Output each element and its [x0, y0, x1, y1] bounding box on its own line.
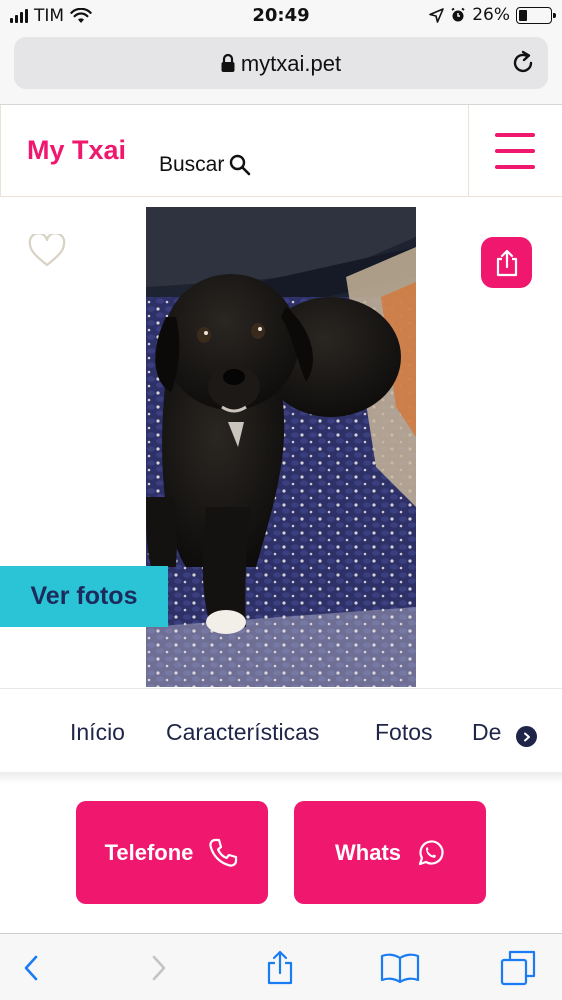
telefone-button[interactable]: Telefone	[76, 801, 268, 904]
pet-photo[interactable]	[146, 207, 416, 687]
search-label: Buscar	[159, 153, 225, 176]
back-icon[interactable]	[14, 950, 50, 986]
tab-more-partial[interactable]: De	[472, 719, 501, 746]
site-header: My Txai Buscar	[0, 105, 562, 197]
tab-inicio[interactable]: Início	[70, 719, 125, 746]
share-icon	[496, 249, 517, 276]
forward-icon[interactable]	[140, 950, 176, 986]
browser-address-area: mytxai.pet	[0, 32, 562, 105]
chevron-right-icon[interactable]	[516, 726, 537, 747]
reload-icon[interactable]	[510, 50, 536, 76]
whatsapp-icon	[418, 839, 444, 865]
url-text: mytxai.pet	[240, 51, 342, 76]
section-divider	[0, 772, 562, 784]
tabs-icon[interactable]	[500, 950, 536, 986]
site-logo[interactable]: My Txai	[27, 135, 126, 166]
battery-percent: 26%	[472, 5, 510, 25]
browser-toolbar	[0, 933, 562, 1000]
location-arrow-icon	[429, 7, 445, 23]
whats-button[interactable]: Whats	[294, 801, 486, 904]
bookmarks-icon[interactable]	[380, 950, 420, 986]
phone-icon	[209, 838, 238, 867]
battery-level	[519, 9, 527, 21]
share-icon[interactable]	[262, 950, 298, 986]
status-bar: TIM 20:49 26%	[0, 0, 562, 32]
ver-fotos-button[interactable]: Ver fotos	[0, 566, 168, 627]
tab-caracteristicas[interactable]: Características	[166, 719, 319, 746]
share-pet-button[interactable]	[481, 237, 532, 288]
search-icon	[230, 154, 251, 176]
tab-fotos[interactable]: Fotos	[375, 719, 433, 746]
battery-icon	[516, 6, 556, 24]
alarm-icon	[451, 7, 465, 22]
heart-icon[interactable]	[28, 234, 66, 268]
telefone-label: Telefone	[104, 839, 194, 865]
section-tabs: Início Características Fotos De	[0, 688, 562, 772]
address-bar[interactable]: mytxai.pet	[14, 37, 548, 89]
whats-label: Whats	[335, 839, 401, 865]
status-right: 26%	[429, 5, 556, 25]
hamburger-menu-icon[interactable]	[468, 105, 562, 196]
search-button[interactable]: Buscar	[159, 153, 252, 177]
pet-photo-image	[146, 207, 416, 687]
